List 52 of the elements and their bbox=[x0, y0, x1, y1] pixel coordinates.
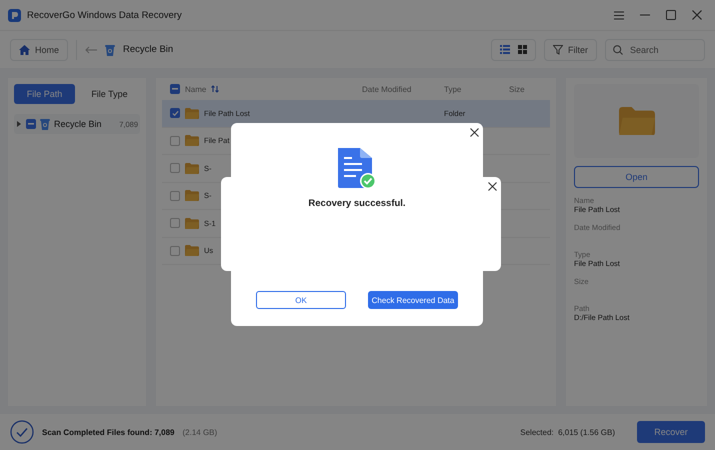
checkbox[interactable] bbox=[170, 136, 180, 146]
home-button[interactable]: Home bbox=[10, 38, 68, 60]
folder-icon bbox=[185, 162, 199, 174]
selected-summary: Selected: 6,015 (1.56 GB) bbox=[520, 428, 615, 436]
recover-button[interactable]: Recover bbox=[637, 421, 705, 443]
folder-icon bbox=[185, 245, 199, 256]
folder-icon bbox=[185, 190, 199, 202]
list-view-icon[interactable] bbox=[498, 45, 512, 54]
checkbox[interactable] bbox=[170, 163, 180, 174]
column-header[interactable]: Type bbox=[438, 84, 503, 94]
column-header[interactable]: Date Modified bbox=[356, 84, 438, 94]
expand-arrow-icon[interactable] bbox=[16, 121, 22, 127]
sidebar-tab[interactable]: File Type bbox=[79, 84, 140, 104]
folder-icon bbox=[618, 106, 654, 136]
column-header[interactable]: Size bbox=[503, 84, 543, 94]
checkbox[interactable] bbox=[26, 119, 36, 129]
column-header[interactable]: Name bbox=[185, 84, 206, 94]
close-icon[interactable] bbox=[470, 128, 479, 137]
app-logo-icon bbox=[8, 8, 21, 22]
tree-label: Recycle Bin bbox=[54, 119, 103, 129]
close-icon[interactable] bbox=[488, 182, 497, 191]
filter-button[interactable]: Filter bbox=[544, 38, 597, 60]
minus-icon bbox=[172, 88, 178, 90]
grid-view-icon[interactable] bbox=[516, 45, 529, 54]
search-icon bbox=[613, 44, 623, 54]
dialog-title: Recovery successful. bbox=[308, 198, 406, 209]
recycle-bin-icon bbox=[40, 118, 50, 130]
minus-icon bbox=[28, 123, 34, 125]
checkbox[interactable] bbox=[170, 108, 180, 118]
folder-icon bbox=[185, 218, 199, 229]
scan-size: (2.14 GB) bbox=[182, 428, 218, 436]
check-data-button[interactable]: Check Recovered Data bbox=[368, 291, 458, 309]
location-label: Recycle Bin bbox=[123, 44, 174, 55]
checkbox[interactable] bbox=[170, 190, 180, 201]
open-button[interactable]: Open bbox=[574, 166, 699, 188]
sort-icon[interactable] bbox=[211, 85, 220, 93]
home-icon bbox=[19, 44, 30, 54]
folder-icon bbox=[185, 135, 199, 146]
checkbox[interactable] bbox=[170, 218, 180, 228]
search-field[interactable]: Search bbox=[605, 38, 705, 60]
ok-button[interactable]: OK bbox=[256, 291, 346, 309]
select-all-checkbox[interactable] bbox=[170, 84, 180, 94]
check-icon bbox=[172, 110, 178, 117]
back-arrow-icon[interactable] bbox=[85, 46, 98, 54]
sidebar-tab[interactable]: File Path bbox=[14, 84, 75, 104]
recycle-bin-icon bbox=[105, 44, 116, 56]
scan-complete-icon bbox=[10, 420, 34, 444]
scan-summary: Scan Completed Files found: 7,089 bbox=[42, 428, 174, 436]
checkbox[interactable] bbox=[170, 246, 180, 256]
filter-icon bbox=[553, 44, 563, 54]
window-title: RecoverGo Windows Data Recovery bbox=[27, 10, 183, 20]
folder-icon bbox=[185, 108, 199, 119]
